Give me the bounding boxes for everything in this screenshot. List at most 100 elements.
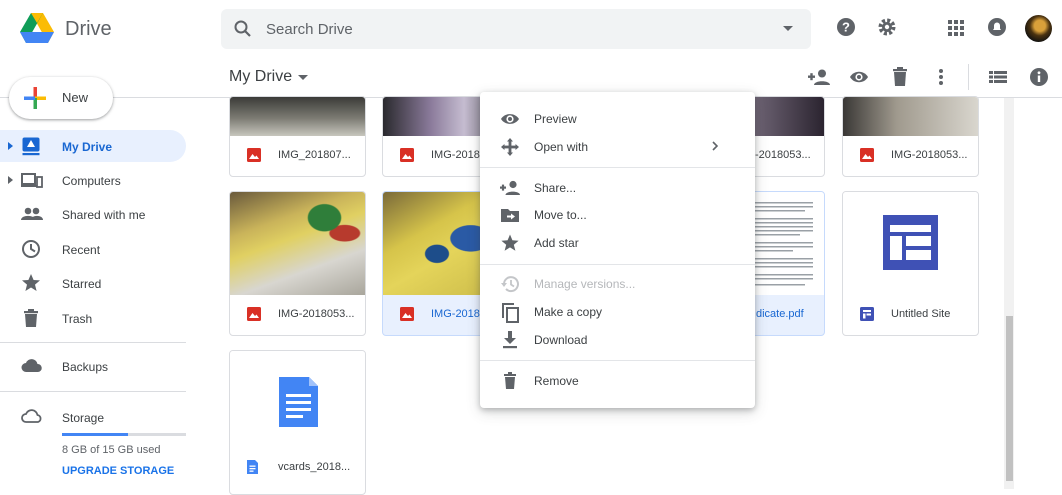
menu-item-manage-versions: Manage versions... (480, 270, 755, 298)
sidebar-item-label: Computers (62, 174, 121, 188)
sidebar-item-computers[interactable]: Computers (0, 164, 186, 196)
app-name: Drive (65, 18, 112, 40)
help-icon[interactable]: ? (836, 17, 856, 37)
file-thumbnail (230, 192, 365, 295)
list-view-icon[interactable] (989, 67, 1007, 87)
image-icon (247, 307, 261, 321)
menu-item-download[interactable]: Download (480, 326, 755, 354)
expand-arrow-icon[interactable] (8, 176, 13, 184)
image-icon (247, 148, 261, 162)
apps-grid-icon[interactable] (948, 20, 964, 36)
sidebar-item-label: Shared with me (62, 208, 146, 222)
cloud-icon (21, 356, 43, 376)
file-card[interactable]: IMG-2018053... (229, 191, 366, 336)
file-name: -2018053... (755, 149, 811, 161)
menu-item-label: Remove (534, 374, 579, 388)
share-person-add-icon[interactable] (808, 67, 830, 87)
menu-item-preview[interactable]: Preview (480, 105, 755, 133)
computers-icon (21, 170, 43, 190)
file-card[interactable]: IMG_201807... (229, 96, 366, 177)
settings-gear-icon[interactable] (877, 17, 897, 37)
menu-item-label: Add star (534, 236, 579, 250)
chevron-right-icon (712, 141, 718, 151)
file-name: IMG-2018 (431, 308, 480, 320)
svg-text:?: ? (842, 20, 850, 35)
storage-used-text: 8 GB of 15 GB used (62, 444, 161, 456)
notifications-icon[interactable] (987, 17, 1007, 37)
menu-divider (480, 360, 755, 361)
menu-item-add-star[interactable]: Add star (480, 229, 755, 257)
trash-icon (21, 308, 41, 328)
move-to-icon (500, 206, 520, 224)
file-thumbnail (843, 192, 978, 295)
image-icon (400, 148, 414, 162)
toolbar-divider (968, 64, 969, 90)
menu-item-move-to[interactable]: Move to... (480, 201, 755, 229)
file-name: vcards_2018... (278, 461, 351, 473)
menu-item-make-a-copy[interactable]: Make a copy (480, 298, 755, 326)
expand-arrow-icon[interactable] (8, 142, 13, 150)
menu-divider (480, 167, 755, 168)
sidebar-item-starred[interactable]: Starred (0, 267, 186, 299)
storage-usage-bar (62, 433, 186, 436)
drive-icon (21, 136, 41, 156)
file-card[interactable]: IMG-2018053... (842, 96, 979, 177)
menu-item-label: Open with (534, 140, 589, 154)
menu-item-label: Preview (534, 112, 577, 126)
eye-icon (500, 110, 520, 128)
sidebar-item-backups[interactable]: Backups (0, 350, 186, 382)
sidebar-item-label: My Drive (62, 140, 113, 154)
sidebar-item-shared-with-me[interactable]: Shared with me (0, 198, 186, 230)
drive-logo-icon[interactable] (20, 13, 54, 43)
image-icon (860, 148, 874, 162)
sidebar-item-my-drive[interactable]: My Drive (0, 130, 186, 162)
sidebar-item-label: Recent (62, 243, 101, 257)
star-icon (21, 273, 41, 293)
file-card[interactable]: Untitled Site (842, 191, 979, 336)
storage-usage-fill (62, 433, 128, 436)
sidebar-item-label: Backups (62, 360, 109, 374)
top-bar: Drive Search Drive ? (0, 0, 1062, 60)
menu-item-label: Make a copy (534, 305, 603, 319)
file-name: IMG_201807... (278, 149, 351, 161)
menu-item-label: Manage versions... (534, 277, 636, 291)
file-thumbnail (230, 351, 365, 454)
scrollbar-thumb[interactable] (1006, 316, 1013, 481)
search-input[interactable]: Search Drive (266, 21, 353, 38)
search-options-icon[interactable] (783, 26, 793, 32)
open-with-icon (500, 138, 520, 156)
folder-menu-chevron-icon[interactable] (298, 75, 308, 81)
menu-item-share[interactable]: Share... (480, 174, 755, 202)
file-thumbnail (230, 97, 365, 136)
file-name: IMG-2018053... (278, 308, 355, 320)
trash-icon[interactable] (891, 67, 909, 87)
search-bar[interactable]: Search Drive (221, 9, 811, 49)
menu-item-open-with[interactable]: Open with (480, 133, 755, 161)
file-thumbnail (843, 97, 978, 136)
sidebar-item-storage[interactable]: Storage (0, 401, 186, 433)
clock-icon (21, 239, 41, 259)
sidebar-item-label: Trash (62, 312, 93, 326)
search-icon[interactable] (233, 19, 253, 39)
preview-eye-icon[interactable] (849, 67, 869, 87)
menu-item-label: Download (534, 333, 588, 347)
menu-item-label: Move to... (534, 208, 587, 222)
sites-icon (860, 307, 874, 321)
file-card[interactable]: vcards_2018... (229, 350, 366, 495)
docs-icon (247, 460, 258, 474)
upgrade-storage-link[interactable]: UPGRADE STORAGE (62, 465, 174, 477)
sidebar-divider (0, 342, 186, 343)
file-name: IMG-2018053... (891, 149, 968, 161)
account-avatar[interactable] (1025, 15, 1052, 42)
current-folder-title[interactable]: My Drive (229, 68, 292, 86)
sidebar-item-label: Starred (62, 277, 102, 291)
image-icon (400, 307, 414, 321)
copy-icon (500, 303, 520, 323)
new-button[interactable]: New (9, 77, 113, 119)
person-add-icon (500, 179, 520, 197)
menu-item-remove[interactable]: Remove (480, 367, 755, 395)
more-vert-icon[interactable] (938, 67, 944, 87)
sidebar-item-trash[interactable]: Trash (0, 302, 186, 334)
details-info-icon[interactable] (1029, 67, 1049, 87)
sidebar-item-recent[interactable]: Recent (0, 233, 186, 265)
